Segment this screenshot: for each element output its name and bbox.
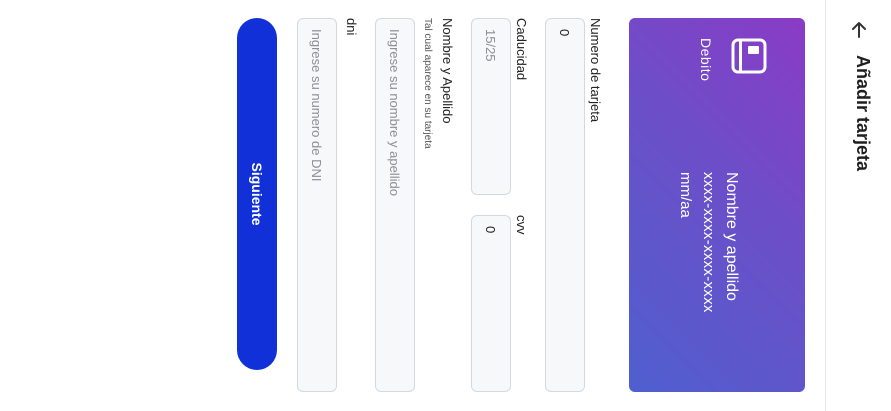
dni-input[interactable]: Ingrese su numero de DNI [297, 18, 337, 392]
expiry-input[interactable]: 15/25 [471, 18, 511, 195]
expiry-label: Caducidad [514, 18, 529, 81]
card-expiry: mm/aa [677, 172, 694, 218]
card-number-input[interactable]: 0 [545, 18, 585, 392]
card-preview: Debito Nombre y apellido xxxx-xxxx-xxxx-… [629, 18, 805, 392]
screen: Añadir tarjeta Debito Nombre y apellido … [0, 0, 891, 411]
header: Añadir tarjeta [825, 0, 891, 411]
cvv-label: cvv [514, 215, 529, 235]
arrow-left-icon[interactable] [849, 20, 869, 40]
card-type-label: Debito [698, 38, 714, 82]
card-number-label: Numero de tarjeta [588, 18, 603, 123]
name-input[interactable]: Ingrese su nombre y apellido [375, 18, 415, 392]
card-holder-name: Nombre y apellido [723, 172, 740, 301]
page-title: Añadir tarjeta [853, 55, 873, 172]
next-button[interactable]: Siguiente [237, 18, 277, 370]
cvv-input[interactable]: 0 [471, 215, 511, 392]
name-hint: Tal cual aparece en su tarjeta [422, 18, 433, 149]
dni-label: dni [344, 18, 359, 36]
credit-card-icon [731, 38, 767, 74]
card-number-mask: xxxx-xxxx-xxxx-xxxx [700, 172, 717, 313]
name-label: Nombre y Apellido [440, 18, 455, 124]
